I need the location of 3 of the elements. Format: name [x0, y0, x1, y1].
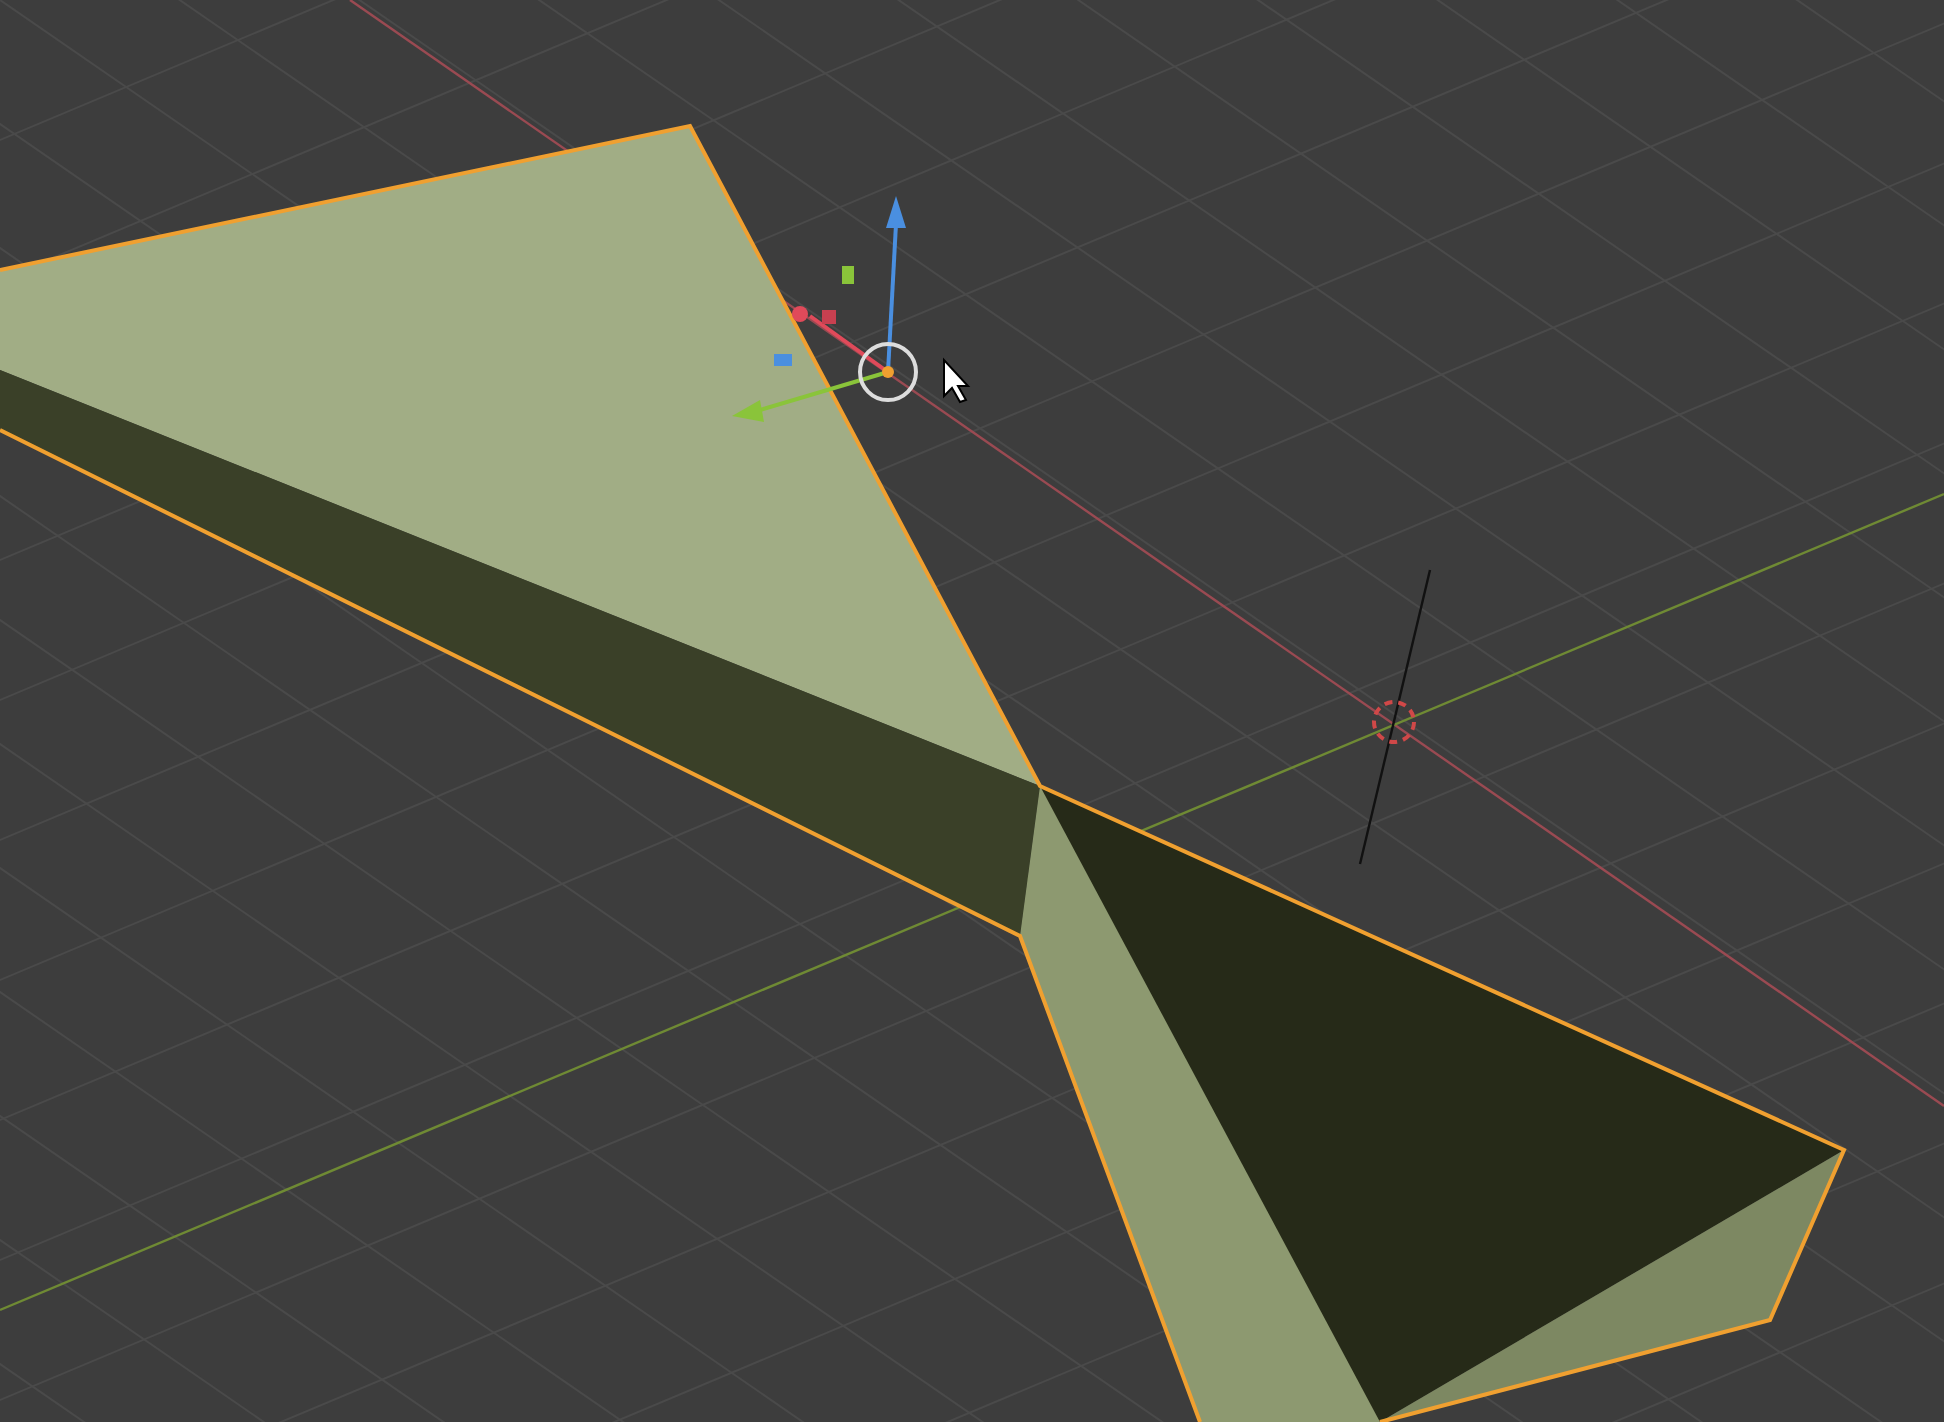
- transform-gizmo-icon[interactable]: [732, 196, 918, 422]
- mouse-pointer-icon: [943, 357, 971, 404]
- cursor-icon: [1358, 569, 1432, 865]
